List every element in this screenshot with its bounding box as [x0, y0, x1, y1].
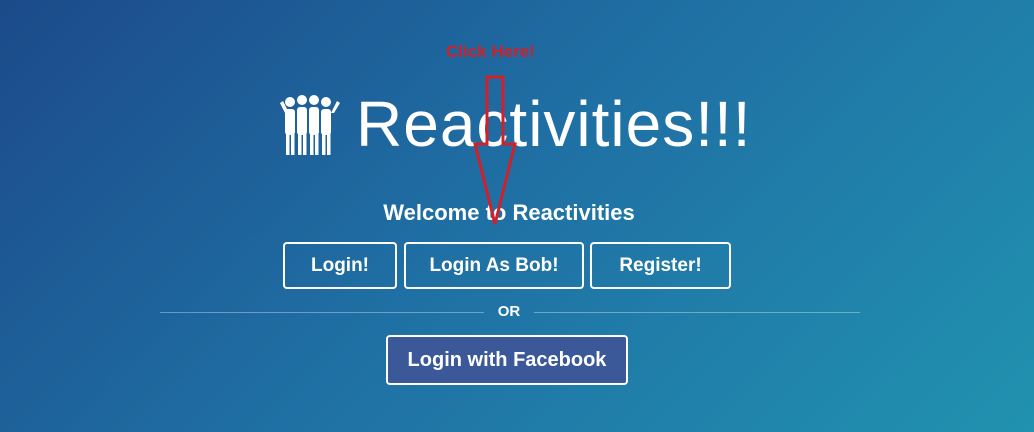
login-as-bob-button[interactable]: Login As Bob! [404, 242, 584, 289]
divider-or-text: OR [497, 303, 521, 320]
down-arrow-icon [473, 75, 517, 225]
divider-line-right [534, 312, 860, 313]
masthead: Reactivities!!! Welcome to Reactivities … [0, 0, 1034, 432]
divider-line-left [160, 312, 484, 313]
page-title: Reactivities!!! [356, 88, 752, 160]
login-button[interactable]: Login! [283, 242, 397, 289]
people-group-icon [280, 95, 340, 155]
click-here-annotation: Click Here! [446, 42, 535, 61]
login-facebook-button[interactable]: Login with Facebook [386, 335, 628, 385]
register-button[interactable]: Register! [590, 242, 731, 289]
